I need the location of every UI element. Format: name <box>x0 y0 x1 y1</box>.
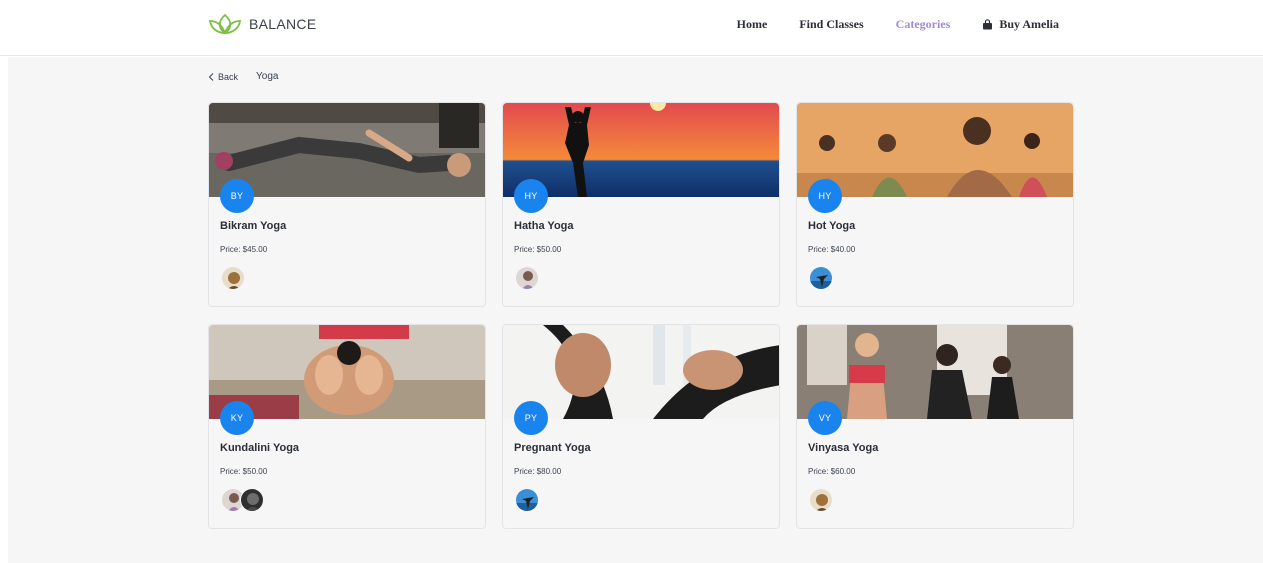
class-card[interactable]: HY Hatha Yoga Price: $50.00 <box>502 102 780 307</box>
class-name[interactable]: Vinyasa Yoga <box>808 442 878 454</box>
instructor-avatar[interactable] <box>221 266 245 290</box>
class-image-hatha <box>503 103 779 197</box>
instructor-avatars <box>515 266 539 290</box>
class-price: Price: $50.00 <box>220 467 268 476</box>
class-card[interactable]: BY Bikram Yoga Price: $45.00 <box>208 102 486 307</box>
class-card[interactable]: PY Pregnant Yoga Price: $80.00 <box>502 324 780 529</box>
instructor-avatars <box>221 488 264 512</box>
nav-home[interactable]: Home <box>737 17 768 32</box>
brand-logo[interactable]: BALANCE <box>207 13 316 35</box>
class-image-kundalini <box>209 325 485 419</box>
class-price: Price: $80.00 <box>514 467 562 476</box>
initials-badge: KY <box>220 401 254 435</box>
nav-categories[interactable]: Categories <box>896 17 951 32</box>
instructor-avatar[interactable] <box>809 488 833 512</box>
class-image-vinyasa <box>797 325 1073 419</box>
class-image-bikram <box>209 103 485 197</box>
instructor-avatars <box>515 488 539 512</box>
brand-name: BALANCE <box>249 16 317 32</box>
class-price: Price: $50.00 <box>514 245 562 254</box>
back-button[interactable]: Back <box>208 72 238 82</box>
breadcrumb: Back Yoga <box>208 71 278 82</box>
instructor-avatar[interactable] <box>515 488 539 512</box>
instructor-avatar[interactable] <box>809 266 833 290</box>
instructor-avatar[interactable] <box>515 266 539 290</box>
class-price: Price: $40.00 <box>808 245 856 254</box>
nav-find-classes[interactable]: Find Classes <box>799 17 863 32</box>
initials-badge: BY <box>220 179 254 213</box>
instructor-avatars <box>809 266 833 290</box>
class-price: Price: $60.00 <box>808 467 856 476</box>
class-price: Price: $45.00 <box>220 245 268 254</box>
class-card[interactable]: KY Kundalini Yoga Price: $50.00 <box>208 324 486 529</box>
class-name[interactable]: Bikram Yoga <box>220 220 286 232</box>
nav-buy-amelia-label: Buy Amelia <box>999 17 1059 31</box>
initials-badge: HY <box>514 179 548 213</box>
main-nav: Home Find Classes Categories Buy Amelia <box>737 17 1059 32</box>
initials-badge: VY <box>808 401 842 435</box>
instructor-avatars <box>221 266 245 290</box>
instructor-avatars <box>809 488 833 512</box>
class-name[interactable]: Hot Yoga <box>808 220 855 232</box>
class-card[interactable]: VY Vinyasa Yoga Price: $60.00 <box>796 324 1074 529</box>
initials-badge: HY <box>808 179 842 213</box>
lotus-icon <box>208 13 242 35</box>
initials-badge: PY <box>514 401 548 435</box>
back-label: Back <box>218 71 239 82</box>
class-image-pregnant <box>503 325 779 419</box>
class-image-hot <box>797 103 1073 197</box>
category-title: Yoga <box>256 71 279 82</box>
class-name[interactable]: Hatha Yoga <box>514 220 574 232</box>
nav-buy-amelia[interactable]: Buy Amelia <box>982 17 1059 32</box>
class-name[interactable]: Pregnant Yoga <box>514 442 591 454</box>
class-card[interactable]: HY Hot Yoga Price: $40.00 <box>796 102 1074 307</box>
chevron-left-icon <box>208 72 214 81</box>
top-navigation-bar: BALANCE Home Find Classes Categories Buy… <box>0 0 1263 56</box>
class-name[interactable]: Kundalini Yoga <box>220 442 299 454</box>
instructor-avatar[interactable] <box>240 488 264 512</box>
shopping-bag-icon <box>983 19 993 30</box>
main-content: Back Yoga BY Bikram Yoga Price: $45.00 H… <box>8 57 1263 563</box>
